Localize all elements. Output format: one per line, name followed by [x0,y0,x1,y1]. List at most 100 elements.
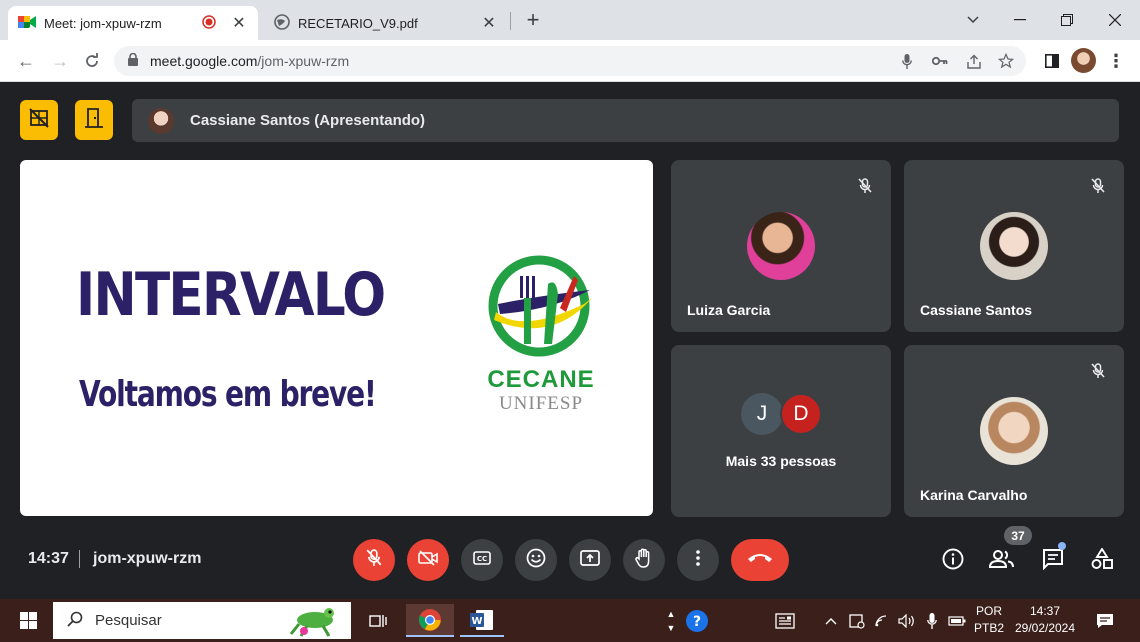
taskbar-search-box[interactable]: Pesquisar [53,602,351,639]
system-clock[interactable]: 14:37 29/02/2024 [1012,603,1078,637]
onedrive-icon[interactable] [846,604,868,637]
hang-up-icon [747,551,773,569]
bookmark-star-icon[interactable] [998,46,1014,76]
more-participants-tile[interactable]: J D Mais 33 pessoas [671,345,891,517]
more-vert-icon [696,549,700,571]
minimize-icon[interactable] [997,0,1043,40]
participant-tile[interactable]: Karina Carvalho [904,345,1124,517]
side-panel-icon[interactable] [1040,49,1064,73]
mic-off-icon [851,172,879,200]
task-view-icon[interactable] [360,604,396,637]
shared-screen[interactable]: INTERVALO Voltamos em breve! CECANE UNIF… [20,160,653,516]
meet-favicon-icon [18,15,36,32]
more-participants-label: Mais 33 pessoas [725,453,837,469]
svg-text:?: ? [693,614,701,630]
share-icon[interactable] [966,46,982,76]
key-icon[interactable] [932,46,948,76]
browser-menu-icon[interactable]: ⋮ [1104,49,1128,73]
tab-strip: Meet: jom-xpuw-rzm ✕ RECETARIO_V9.pdf ✕ … [0,0,1140,40]
present-screen-button[interactable] [569,539,611,581]
keyboard-layout: PTB2 [973,621,1004,635]
raise-hand-button[interactable] [623,539,665,581]
camera-toggle-button[interactable] [407,539,449,581]
hide-participants-button[interactable] [20,100,58,140]
participant-avatar [980,212,1048,280]
participant-initial: J [741,393,783,435]
mic-off-icon [1084,357,1112,385]
fullscreen-presentation-button[interactable] [75,100,113,140]
participant-avatar [747,212,815,280]
svg-text:W: W [471,616,482,627]
tab-search-icon[interactable] [950,0,996,40]
slide-subtitle: Voltamos em breve! [79,374,377,415]
mic-off-icon [1084,172,1112,200]
microphone-icon[interactable] [902,46,912,76]
taskbar-overflow-arrows[interactable]: ▲ ▼ [664,604,678,637]
reload-icon[interactable] [80,49,104,73]
participant-avatar [980,397,1048,465]
activities-icon [1091,546,1113,575]
windows-start-icon[interactable] [8,604,48,637]
taskbar: Pesquisar W ▲ ▼ ? POR PTB2 14:37 29/02/2… [0,599,1140,642]
browser-toolbar: ← → meet.google.com/jom-xpuw-rzm ⋮ [0,40,1140,82]
emoji-icon [526,548,546,573]
volume-icon[interactable] [896,604,918,637]
news-widget-icon[interactable] [772,604,798,637]
tab-pdf[interactable]: RECETARIO_V9.pdf ✕ [264,6,508,40]
tab-meet[interactable]: Meet: jom-xpuw-rzm ✕ [8,6,258,40]
restore-icon[interactable] [1044,0,1090,40]
participant-initial: D [780,393,822,435]
logo-name: CECANE [487,366,595,393]
tab-divider [510,12,511,30]
activities-button[interactable] [1086,545,1118,577]
wifi-icon[interactable] [872,604,892,637]
hand-icon [635,548,653,573]
notifications-icon[interactable] [1092,604,1118,637]
new-tab-icon[interactable]: + [521,8,545,32]
address-bar[interactable]: meet.google.com/jom-xpuw-rzm [114,46,1026,76]
more-options-button[interactable] [677,539,719,581]
presenter-bar: Cassiane Santos (Apresentando) [132,99,1119,142]
meet-area: Cassiane Santos (Apresentando) INTERVALO… [0,83,1140,599]
participant-tile[interactable]: Cassiane Santos [904,160,1124,332]
chrome-taskbar-icon[interactable] [406,604,454,637]
people-button[interactable] [986,545,1018,577]
reactions-button[interactable] [515,539,557,581]
leave-call-button[interactable] [731,539,789,581]
battery-icon[interactable] [946,604,968,637]
chat-unread-dot [1058,542,1066,550]
people-count-badge: 37 [1004,526,1032,545]
close-window-icon[interactable] [1092,0,1138,40]
presenter-label: Cassiane Santos (Apresentando) [190,112,426,129]
door-icon [85,107,103,133]
word-taskbar-icon[interactable]: W [460,604,504,637]
close-tab-icon[interactable]: ✕ [480,13,498,33]
recording-icon [202,14,216,32]
meeting-code: jom-xpuw-rzm [93,550,202,567]
globe-favicon-icon [274,13,290,33]
meeting-details-button[interactable] [937,545,969,577]
camera-off-icon [418,549,438,571]
clock-time: 14:37 [1029,604,1061,618]
back-icon[interactable]: ← [14,49,38,73]
microphone-toggle-button[interactable] [353,539,395,581]
captions-button[interactable]: CC [461,539,503,581]
lock-icon[interactable] [128,52,138,69]
meeting-time: 14:37 [28,550,69,567]
chat-button[interactable] [1037,545,1069,577]
participant-name: Cassiane Santos [920,302,1033,318]
presenter-avatar [148,107,174,134]
microphone-tray-icon[interactable] [922,604,942,637]
participant-name: Luiza Garcia [687,302,771,318]
input-language-indicator[interactable]: POR PTB2 [972,603,1006,637]
show-hidden-icons[interactable] [822,604,840,637]
search-icon [67,611,83,631]
logo-subtitle: UNIFESP [498,393,584,414]
close-tab-icon[interactable]: ✕ [230,13,248,33]
help-icon[interactable]: ? [682,604,712,637]
forward-icon[interactable]: → [48,49,72,73]
mic-off-icon [366,548,382,572]
tab-title: RECETARIO_V9.pdf [298,15,418,31]
participant-name: Karina Carvalho [920,487,1028,503]
profile-avatar[interactable] [1071,48,1096,73]
